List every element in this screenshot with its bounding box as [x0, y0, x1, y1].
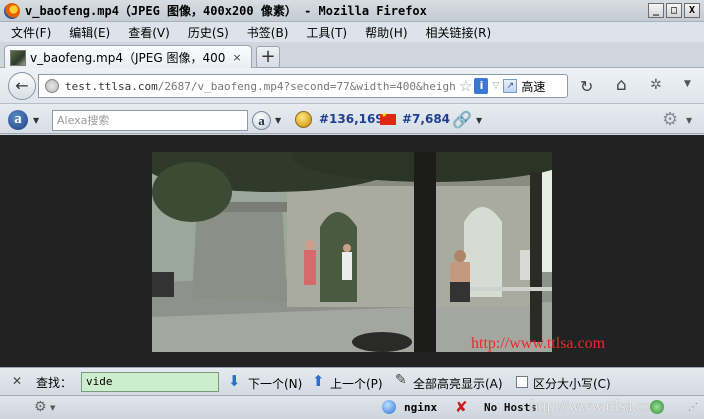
menu-edit[interactable]: 编辑(E) [58, 24, 117, 41]
speed-icon[interactable]: ↗ [503, 79, 518, 93]
highlight-pen-icon[interactable]: ✎ [395, 372, 407, 388]
match-case-label[interactable]: 区分大小写(C) [533, 375, 611, 392]
addon-gear-icon[interactable]: ✲ [650, 77, 662, 93]
status-gear-icon[interactable]: ⚙ [34, 399, 47, 415]
menu-bar: 文件(F) 编辑(E) 查看(V) 历史(S) 书签(B) 工具(T) 帮助(H… [0, 22, 704, 42]
status-watermark-text: http://www.ttlsa.com [530, 398, 665, 415]
url-path: /2687/v_baofeng.mp4?second=77&width=400&… [157, 79, 455, 93]
tab-bar: v_baofeng.mp4（JPEG 图像，400x200 ... × + [0, 42, 704, 69]
menu-bookmarks[interactable]: 书签(B) [236, 24, 296, 41]
find-next-arrow-icon[interactable]: ⬇ [228, 372, 241, 390]
find-previous-button[interactable]: 上一个(P) [330, 375, 383, 392]
menu-help[interactable]: 帮助(H) [354, 24, 414, 41]
match-case-checkbox[interactable] [516, 376, 528, 388]
back-arrow-icon: ← [15, 76, 29, 95]
minimize-button[interactable]: _ [648, 3, 664, 18]
video-frame-image[interactable] [152, 152, 552, 352]
alexa-search-arrow-icon[interactable]: ▼ [275, 116, 281, 125]
firefox-logo-icon [4, 2, 20, 19]
alexa-global-rank[interactable]: #136,169 [319, 112, 384, 126]
title-bar: v_baofeng.mp4（JPEG 图像，400x200 像素） - Mozi… [0, 0, 704, 22]
find-label: 查找： [36, 376, 73, 390]
url-bar[interactable]: test.ttlsa.com/2687/v_baofeng.mp4?second… [38, 74, 568, 98]
find-input[interactable]: vide [81, 372, 219, 392]
maximize-button[interactable]: □ [666, 3, 682, 18]
alexa-toolbar: a ▼ Alexa搜索 a ▼ #136,169 #7,684 🔗 ▼ ⚙ ▼ [0, 104, 704, 134]
page-content: http://www.ttlsa.com [0, 135, 704, 367]
links-icon[interactable]: 🔗 [452, 110, 472, 129]
nginx-label: nginx [404, 401, 438, 414]
menu-related-links[interactable]: 相关链接(R) [415, 24, 499, 41]
menu-tools[interactable]: 工具(T) [295, 24, 354, 41]
toolbar-menu-arrow-icon[interactable]: ▼ [684, 79, 691, 89]
tab-close-icon[interactable]: × [230, 51, 244, 65]
speed-label[interactable]: 高速 [521, 78, 545, 95]
alexa-menu-arrow-icon[interactable]: ▼ [33, 116, 39, 125]
window-controls: _ □ X [648, 3, 700, 18]
settings-gear-icon[interactable]: ⚙ [662, 109, 678, 130]
resize-grip-icon[interactable]: ⋰ [688, 402, 698, 413]
find-close-icon[interactable]: ✕ [12, 374, 22, 388]
alexa-logo-icon[interactable]: a [8, 110, 28, 130]
status-bar: ⚙ ▼ nginx ✘ No Hosts http://www.ttlsa.co… [0, 395, 704, 419]
status-addon-icon[interactable] [650, 400, 664, 414]
alexa-rank-icon[interactable] [295, 111, 312, 128]
tab-active[interactable]: v_baofeng.mp4（JPEG 图像，400x200 ... × [4, 45, 252, 69]
china-flag-icon [380, 111, 396, 125]
url-dropdown-icon[interactable]: ▽ [492, 81, 499, 91]
links-arrow-icon[interactable]: ▼ [476, 116, 482, 125]
alexa-search-go-icon[interactable]: a [252, 111, 271, 130]
find-next-button[interactable]: 下一个(N) [248, 375, 302, 392]
status-gear-arrow-icon[interactable]: ▼ [50, 404, 55, 412]
nginx-icon [382, 400, 396, 414]
highlight-all-button[interactable]: 全部高亮显示(A) [413, 375, 503, 392]
window-title: v_baofeng.mp4（JPEG 图像，400x200 像素） - Mozi… [25, 4, 427, 18]
close-button[interactable]: X [684, 3, 700, 18]
url-host: test.ttlsa.com [65, 79, 158, 93]
navigation-bar: test.ttlsa.com/2687/v_baofeng.mp4?second… [0, 68, 704, 104]
globe-icon[interactable] [45, 79, 59, 93]
url-text[interactable]: test.ttlsa.com/2687/v_baofeng.mp4?second… [65, 80, 455, 93]
menu-view[interactable]: 查看(V) [117, 24, 177, 41]
alexa-local-rank[interactable]: #7,684 [402, 112, 450, 126]
home-icon[interactable]: ⌂ [616, 75, 627, 95]
settings-arrow-icon[interactable]: ▼ [686, 116, 692, 125]
watermark-text: http://www.ttlsa.com [471, 335, 606, 352]
back-button[interactable]: ← [8, 72, 36, 100]
find-previous-arrow-icon[interactable]: ⬆ [312, 372, 325, 390]
video-frame-drawing [152, 152, 552, 352]
bookmark-star-icon[interactable]: ☆ [459, 77, 472, 95]
new-tab-button[interactable]: + [256, 46, 280, 68]
menu-file[interactable]: 文件(F) [0, 24, 58, 41]
info-icon[interactable]: i [474, 78, 489, 94]
reload-icon[interactable]: ↻ [580, 77, 593, 96]
tab-label: v_baofeng.mp4（JPEG 图像，400x200 ... [30, 51, 226, 65]
menu-history[interactable]: 历史(S) [177, 24, 236, 41]
alexa-search-input[interactable]: Alexa搜索 [52, 110, 248, 131]
no-hosts-icon[interactable]: ✘ [455, 398, 468, 416]
find-bar: ✕ 查找： vide ⬇ 下一个(N) ⬆ 上一个(P) ✎ 全部高亮显示(A)… [0, 367, 704, 395]
tab-thumbnail-icon [10, 49, 26, 66]
